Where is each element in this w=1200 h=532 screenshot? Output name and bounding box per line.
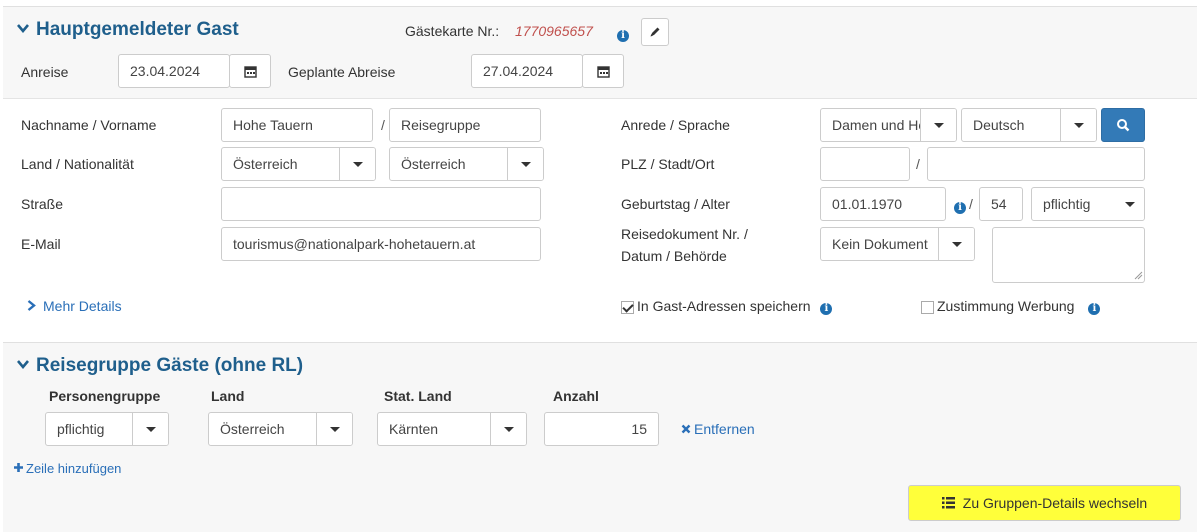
main-guest-title-text: Hauptgemeldeter Gast: [36, 19, 239, 40]
departure-calendar-button[interactable]: [582, 54, 624, 88]
consent-option[interactable]: Zustimmung Werbung i: [921, 298, 1101, 315]
group-country-select-value: Österreich: [220, 421, 285, 437]
document-type-select-value: Kein Dokument: [832, 236, 928, 252]
switch-to-group-details-button[interactable]: Zu Gruppen-Details wechseln: [908, 485, 1181, 521]
document-type-select[interactable]: Kein Dokument: [820, 227, 975, 261]
guest-card-number: 1770965657: [515, 23, 593, 39]
save-address-checkbox[interactable]: [621, 300, 634, 314]
close-icon: [681, 424, 691, 434]
edit-guest-card-button[interactable]: [641, 18, 669, 46]
info-icon[interactable]: i: [954, 202, 966, 214]
age-separator: /: [969, 196, 973, 212]
arrival-label: Anreise: [21, 64, 69, 80]
language-select[interactable]: Deutsch: [961, 108, 1097, 142]
city-input[interactable]: [927, 147, 1145, 181]
caret-down-icon: [1060, 109, 1096, 141]
column-header-person-group: Personengruppe: [49, 388, 161, 404]
remove-row-text: Entfernen: [694, 421, 755, 437]
consent-label: Zustimmung Werbung: [937, 298, 1075, 314]
main-guest-title[interactable]: Hauptgemeldeter Gast: [17, 19, 239, 41]
caret-down-icon: [920, 109, 956, 141]
consent-checkbox[interactable]: [921, 300, 934, 314]
document-label: Reisedokument Nr. / Datum / Behörde: [621, 223, 748, 267]
caret-down-icon: [490, 413, 526, 445]
search-button[interactable]: [1101, 108, 1145, 142]
street-label: Straße: [21, 196, 64, 212]
save-address-option[interactable]: In Gast-Adressen speichern i: [621, 298, 833, 315]
caret-down-icon: [1116, 188, 1144, 220]
arrival-input[interactable]: 23.04.2024: [118, 54, 230, 88]
caret-down-icon: [938, 228, 974, 260]
save-address-label: In Gast-Adressen speichern: [637, 298, 811, 314]
nationality-select-value: Österreich: [401, 156, 466, 172]
nationality-select[interactable]: Österreich: [389, 147, 544, 181]
guest-form-panel: Nachname / Vorname Hohe Tauern / Reisegr…: [3, 98, 1197, 330]
language-select-value: Deutsch: [973, 117, 1025, 133]
chevron-down-icon: [17, 360, 29, 369]
obligation-select-value: pflichtig: [1043, 196, 1091, 212]
caret-down-icon: [316, 413, 352, 445]
zip-input[interactable]: [820, 147, 910, 181]
country-label: Land / Nationalität: [21, 156, 134, 172]
column-header-country: Land: [211, 388, 245, 404]
first-name-input[interactable]: Reisegruppe: [389, 108, 541, 142]
stat-country-select[interactable]: Kärnten: [377, 412, 527, 446]
calendar-icon: [243, 65, 257, 78]
departure-input[interactable]: 27.04.2024: [471, 54, 583, 88]
name-separator: /: [381, 117, 385, 133]
salutation-label: Anrede / Sprache: [621, 117, 730, 133]
document-notes-textarea[interactable]: [992, 227, 1145, 283]
column-header-count: Anzahl: [553, 388, 599, 404]
person-group-select-value: pflichtig: [57, 421, 105, 437]
info-icon[interactable]: i: [1088, 303, 1101, 315]
plus-icon: [14, 463, 23, 472]
more-details-link[interactable]: Mehr Details: [27, 298, 122, 314]
chevron-right-icon: [27, 300, 36, 311]
resize-handle-icon[interactable]: [1134, 271, 1143, 280]
zip-separator: /: [916, 156, 920, 172]
document-label-line-2: Datum / Behörde: [621, 248, 727, 264]
arrival-calendar-button[interactable]: [229, 54, 271, 88]
country-select[interactable]: Österreich: [221, 147, 376, 181]
switch-to-group-details-text: Zu Gruppen-Details wechseln: [962, 495, 1148, 511]
document-label-line-1: Reisedokument Nr. /: [621, 226, 748, 242]
group-title-text: Reisegruppe Gäste (ohne RL): [36, 355, 304, 376]
group-panel: Reisegruppe Gäste (ohne RL) Personengrup…: [3, 342, 1197, 532]
group-title[interactable]: Reisegruppe Gäste (ohne RL): [17, 355, 303, 377]
add-row-text: Zeile hinzufügen: [26, 461, 122, 476]
birthday-label: Geburtstag / Alter: [621, 196, 730, 212]
main-guest-panel: Hauptgemeldeter Gast Gästekarte Nr.: 177…: [3, 6, 1197, 98]
count-input[interactable]: 15: [544, 412, 659, 446]
info-icon[interactable]: i: [617, 30, 629, 42]
email-label: E-Mail: [21, 236, 61, 252]
caret-down-icon: [339, 148, 375, 180]
chevron-down-icon: [17, 24, 29, 33]
list-icon: [941, 497, 955, 509]
country-select-value: Österreich: [233, 156, 298, 172]
departure-label: Geplante Abreise: [288, 64, 396, 80]
street-input[interactable]: [221, 187, 541, 221]
remove-row-link[interactable]: Entfernen: [681, 421, 755, 437]
age-input[interactable]: 54: [979, 187, 1023, 221]
add-row-link[interactable]: Zeile hinzufügen: [13, 461, 121, 476]
pencil-icon: [650, 27, 660, 37]
person-group-select[interactable]: pflichtig: [45, 412, 169, 446]
salutation-select[interactable]: Damen und Herren: [820, 108, 957, 142]
caret-down-icon: [507, 148, 543, 180]
name-label: Nachname / Vorname: [21, 117, 157, 133]
info-icon[interactable]: i: [820, 303, 833, 315]
column-header-stat-country: Stat. Land: [384, 388, 452, 404]
stat-country-select-value: Kärnten: [389, 421, 439, 437]
more-details-text: Mehr Details: [43, 298, 122, 314]
zip-label: PLZ / Stadt/Ort: [621, 156, 715, 172]
birthday-input[interactable]: 01.01.1970: [820, 187, 946, 221]
calendar-icon: [596, 65, 610, 78]
obligation-select[interactable]: pflichtig: [1031, 187, 1145, 221]
guest-card-label: Gästekarte Nr.:: [405, 23, 500, 39]
caret-down-icon: [132, 413, 168, 445]
email-input[interactable]: tourismus@nationalpark-hohetauern.at: [221, 227, 541, 261]
last-name-input[interactable]: Hohe Tauern: [221, 108, 373, 142]
search-icon: [1117, 119, 1130, 132]
group-country-select[interactable]: Österreich: [208, 412, 353, 446]
